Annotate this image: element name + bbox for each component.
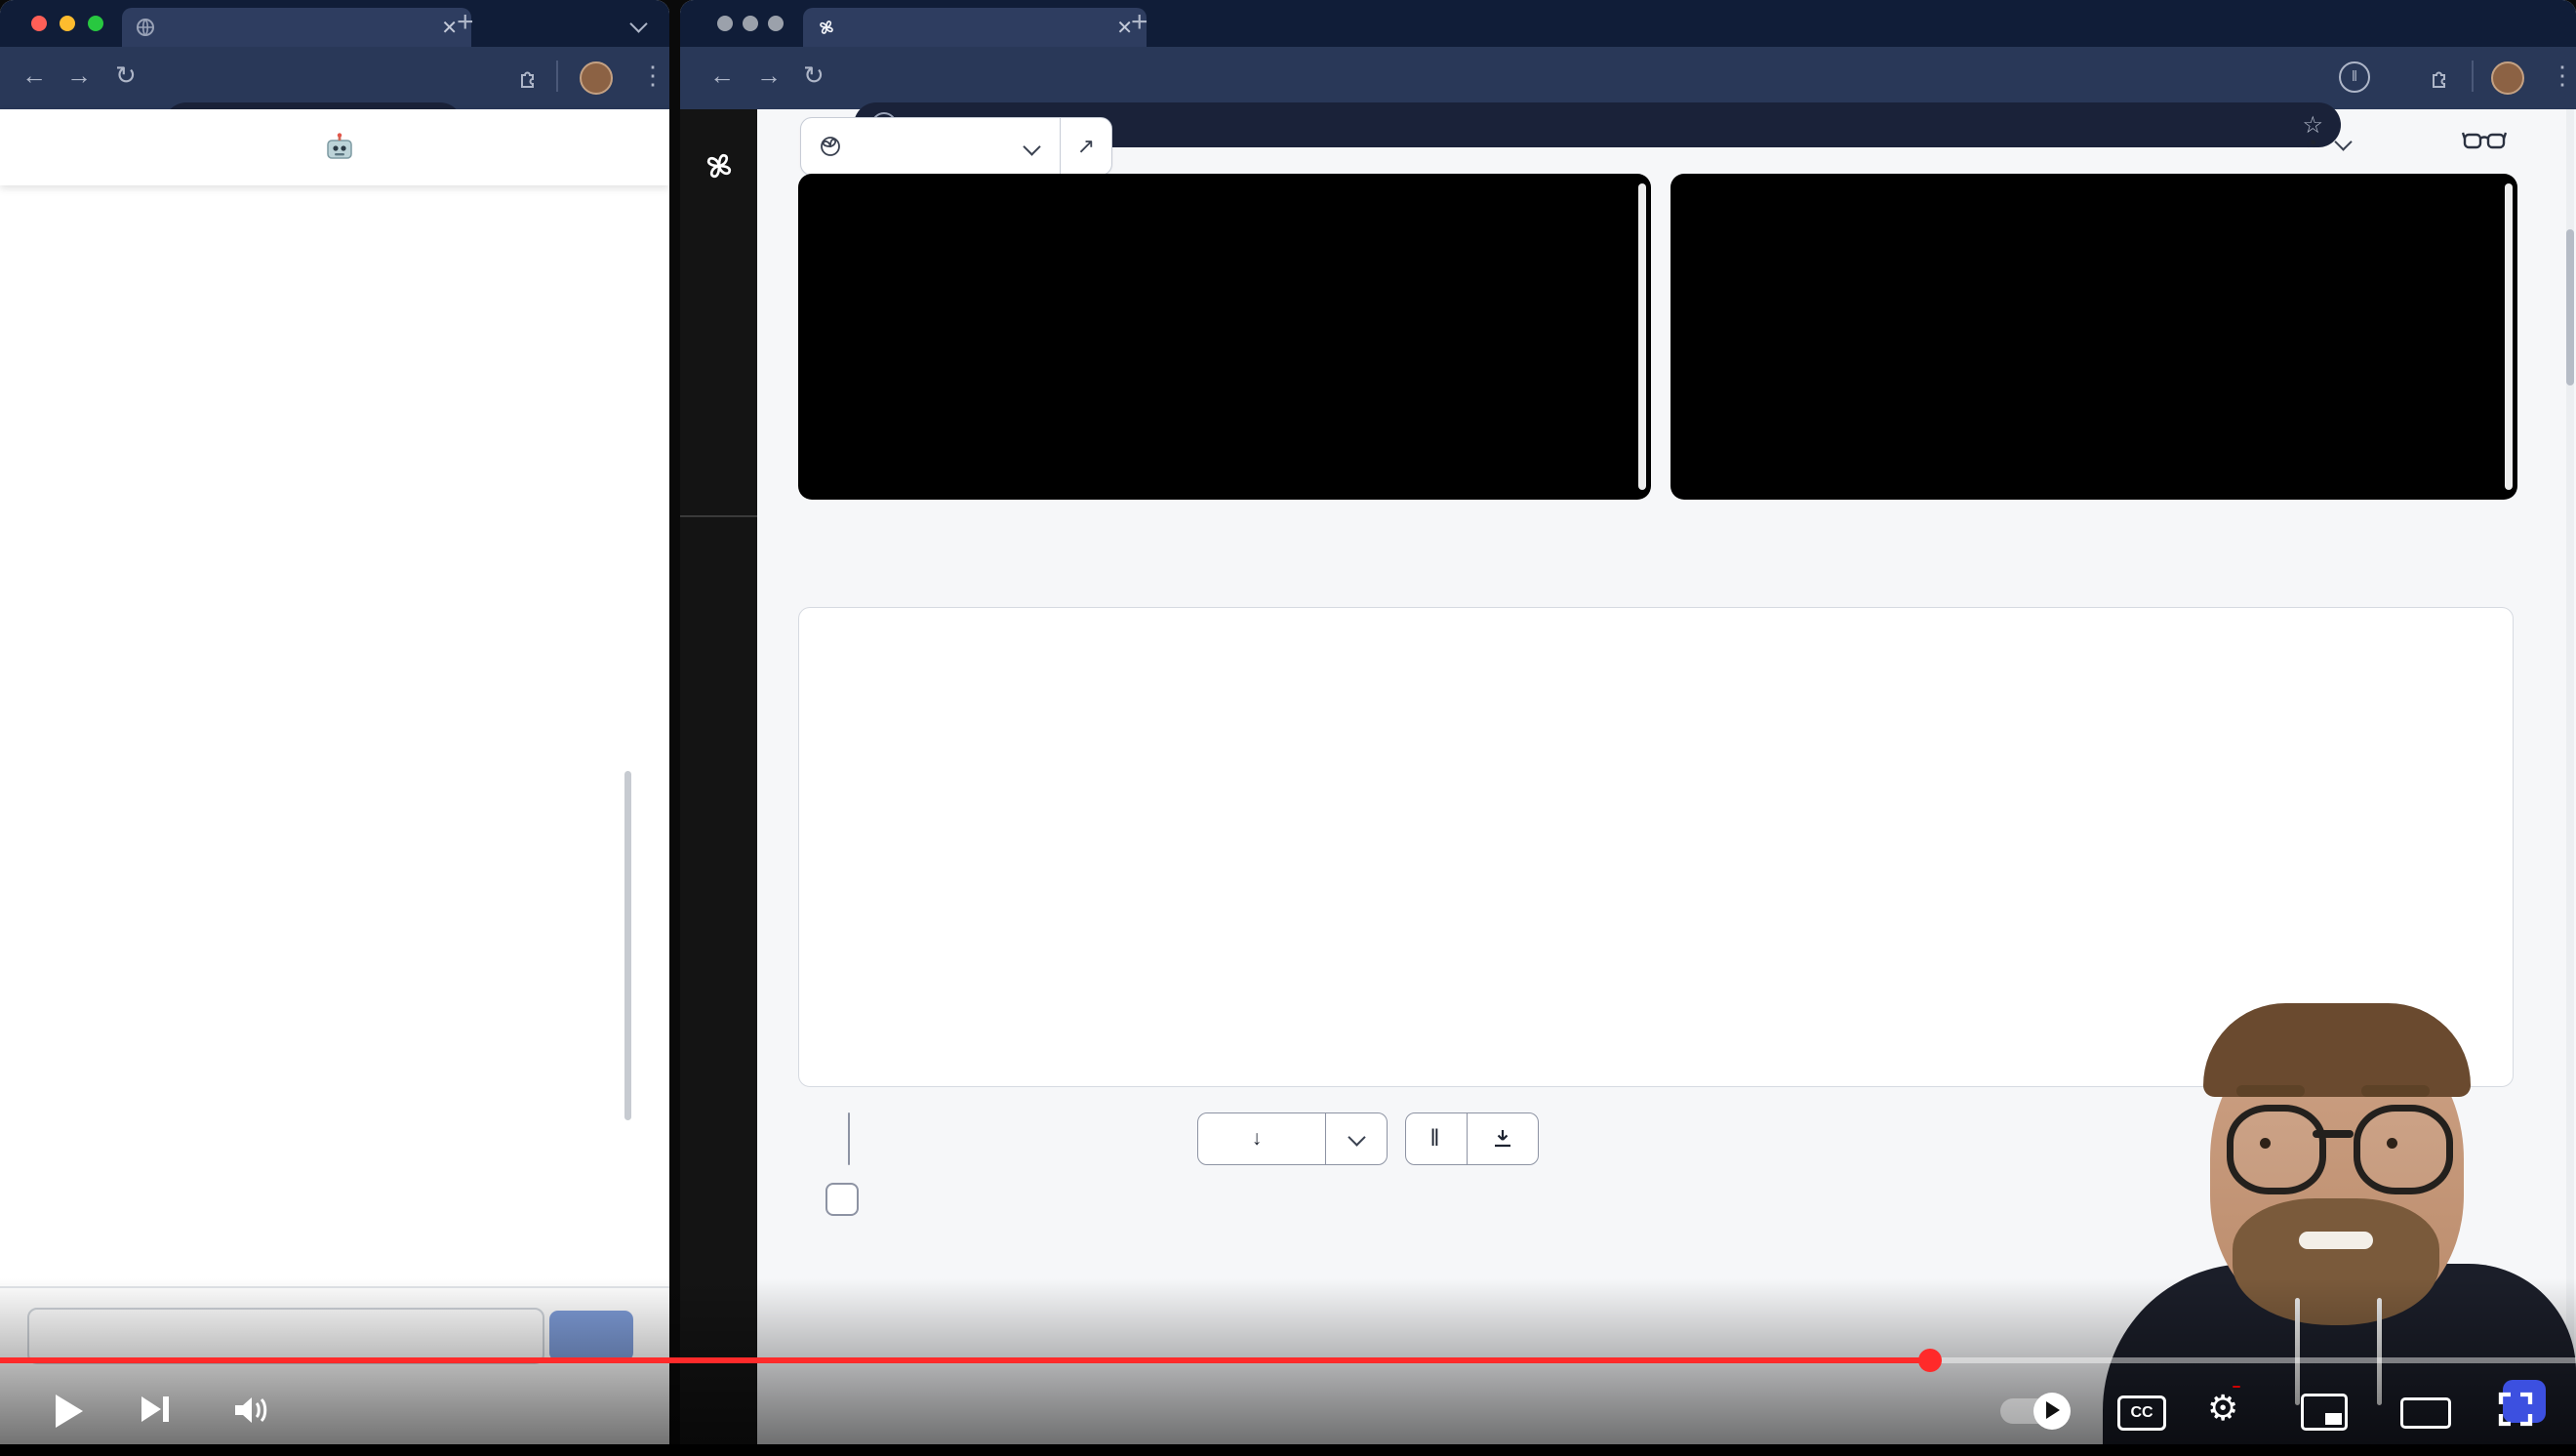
autoplay-toggle[interactable] [2000,1398,2069,1424]
maximize-traffic-light[interactable] [768,16,784,31]
settings-button[interactable]: ⚙ [2207,1388,2238,1429]
left-toolbar: ← → ↻ i ☆ ⋮ [0,47,669,109]
temporal-favicon-icon [817,18,836,37]
theater-mode-button[interactable] [2400,1397,2451,1429]
video-frame: ✕ + ← → ↻ i ☆ ⋮ [0,0,2576,1456]
view-mode-segmented-control [848,1112,850,1165]
tab-temporal-ai-agent[interactable]: ✕ [122,8,471,47]
profile-avatar[interactable] [2491,61,2524,95]
close-traffic-light[interactable] [717,16,733,31]
temporal-logo-icon[interactable] [702,148,737,183]
next-button[interactable] [141,1396,169,1422]
eyebrow-left [2236,1085,2305,1097]
robot-icon [323,133,356,162]
sort-order-control: ↓ [1197,1112,1388,1165]
progress-remaining [1930,1357,2576,1363]
progress-scrubber-dot[interactable] [1918,1349,1942,1372]
right-tab-strip: ✕ + [680,0,2576,47]
clock-icon: ◔ [2305,131,2317,156]
blocker-extension-icon[interactable]: ‖ [2339,61,2370,93]
timezone-select[interactable]: ◔ [2305,131,2350,156]
sort-desc-button[interactable]: ↓ [1198,1113,1326,1164]
gear-icon: ⚙ [2207,1388,2238,1428]
sidebar-divider [680,515,757,517]
open-external-icon[interactable]: ↗ [1061,134,1111,159]
eye-right [2387,1138,2397,1149]
video-progress-bar[interactable] [0,1357,2576,1363]
menu-kebab-icon[interactable]: ⋮ [2550,62,2575,88]
code-scrollbar[interactable] [1638,183,1646,490]
page-scrollbar-thumb[interactable] [2566,229,2574,385]
left-tab-strip: ✕ + [0,0,669,47]
left-browser-window: ✕ + ← → ↻ i ☆ ⋮ [0,0,669,1456]
workflow-input-json-panel[interactable] [798,174,1651,500]
arrow-down-icon: ↓ [1252,1127,1263,1151]
volume-icon[interactable] [232,1394,273,1427]
menu-kebab-icon[interactable]: ⋮ [640,62,665,88]
tab-workflow-history[interactable]: ✕ [803,8,1147,47]
chevron-down-icon [2335,133,2353,150]
captions-button[interactable]: CC [2117,1395,2166,1431]
pending-failed-only-checkbox[interactable] [825,1183,859,1216]
profile-avatar[interactable] [580,61,613,95]
sort-options-chevron[interactable] [1326,1113,1387,1164]
fullscreen-button[interactable] [2496,1390,2535,1429]
tab-search-chevron-icon[interactable] [629,15,647,32]
hair [2203,1003,2471,1097]
code-scrollbar[interactable] [2505,183,2513,490]
page-scrollbar-track[interactable] [2566,109,2574,1456]
namespace-select[interactable]: ↗ [800,117,1112,176]
back-button[interactable]: ← [21,62,47,88]
right-toolbar: ← → ↻ i ☆ ‖ ⋮ [680,47,2576,109]
new-tab-button[interactable]: + [457,8,474,37]
pause-feed-button[interactable]: ‖ [1406,1113,1468,1164]
eye-left [2260,1138,2271,1149]
glasses-bridge [2313,1130,2354,1138]
reader-glasses-icon[interactable] [2462,125,2507,158]
extensions-puzzle-icon[interactable] [2429,66,2452,90]
miniplayer-button[interactable] [2301,1394,2348,1431]
forward-button[interactable]: → [66,62,92,88]
player-controls: CC ⚙ [0,1380,2576,1442]
progress-played [0,1357,1930,1363]
minimize-traffic-light[interactable] [60,16,75,31]
toolbar-divider [556,61,558,92]
reload-button[interactable]: ↻ [803,62,825,88]
video-letterbox-bar [0,1444,2576,1456]
eyebrow-right [2361,1085,2430,1097]
smile [2299,1232,2373,1249]
globe-favicon-icon [136,18,155,37]
chat-scrollbar[interactable] [624,771,631,1120]
download-icon [1491,1127,1514,1151]
toolbar-divider [2472,61,2474,92]
namespace-icon [819,135,842,158]
playback-download-control: ‖ [1405,1112,1539,1165]
chat-header [0,109,669,185]
play-button[interactable] [56,1395,83,1428]
reload-button[interactable]: ↻ [115,62,137,88]
close-traffic-light[interactable] [31,16,47,31]
tab-close-icon[interactable]: ✕ [441,16,458,40]
glasses-right-lens [2354,1105,2453,1194]
forward-button[interactable]: → [756,62,782,88]
glasses-left-lens [2227,1105,2326,1194]
download-history-button[interactable] [1468,1113,1538,1164]
back-button[interactable]: ← [709,62,735,88]
maximize-traffic-light[interactable] [88,16,103,31]
extensions-puzzle-icon[interactable] [517,66,541,90]
minimize-traffic-light[interactable] [743,16,758,31]
new-tab-button[interactable]: + [1131,8,1148,37]
page-title [313,133,356,162]
hd-badge [2233,1386,2240,1388]
chevron-down-icon [1023,138,1040,155]
workflow-result-json-panel[interactable] [1670,174,2517,500]
